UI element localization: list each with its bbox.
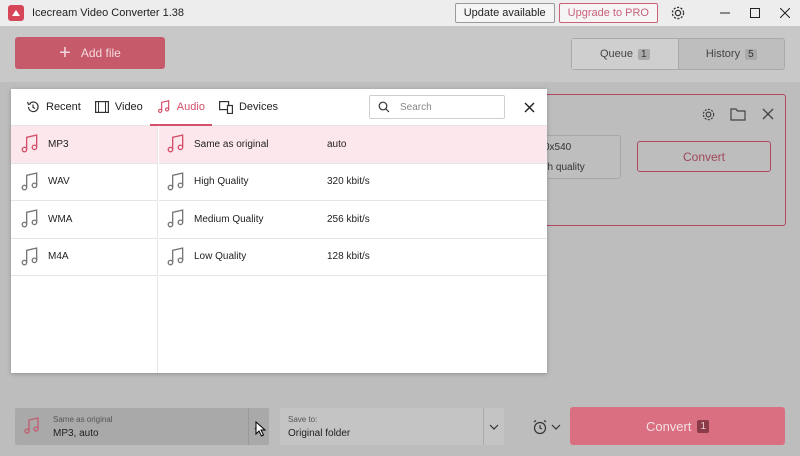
quality-name: Low Quality <box>194 251 247 263</box>
quality-bitrate: auto <box>327 138 347 150</box>
music-note-icon <box>20 172 40 192</box>
alarm-clock-icon <box>533 420 547 435</box>
format-item-mp3[interactable]: MP3 <box>11 126 157 164</box>
music-note-icon <box>166 172 186 192</box>
tab-history[interactable]: History 5 <box>679 39 785 69</box>
music-note-icon <box>166 209 186 229</box>
tab-queue-label: Queue <box>599 48 633 60</box>
title-bar: Icecream Video Converter 1.38 Update ava… <box>0 0 800 26</box>
quality-list: Same as original auto High Quality 320 k… <box>159 126 547 373</box>
upgrade-pro-button[interactable]: Upgrade to PRO <box>558 3 658 23</box>
tab-video-label: Video <box>114 101 143 113</box>
output-resolution: 0x540 <box>544 142 572 153</box>
tab-audio[interactable]: Audio <box>149 89 213 126</box>
format-preset-label: Same as original <box>53 415 113 424</box>
settings-gear-icon[interactable] <box>668 3 688 23</box>
format-value: MP3, auto <box>53 428 99 439</box>
save-to-label: Save to: <box>288 415 318 424</box>
format-label: M4A <box>48 251 69 263</box>
devices-icon <box>218 100 233 114</box>
music-note-icon <box>22 416 42 436</box>
card-convert-button[interactable]: Convert <box>637 141 771 172</box>
quality-item-same[interactable]: Same as original auto <box>159 126 547 164</box>
music-note-icon <box>20 209 40 229</box>
format-selector[interactable]: Same as original MP3, auto <box>15 408 269 445</box>
format-label: WAV <box>48 176 70 188</box>
search-box[interactable] <box>369 95 505 119</box>
mouse-cursor-icon <box>255 421 267 437</box>
quality-name: Same as original <box>194 138 269 150</box>
remove-file-icon[interactable] <box>759 105 777 123</box>
toolbar: + Add file Queue 1 History 5 <box>0 26 800 82</box>
format-item-wav[interactable]: WAV <box>11 164 157 201</box>
add-file-label: Add file <box>80 46 121 60</box>
audio-format-list: MP3 WAV WMA M4A <box>11 126 158 373</box>
minimize-icon[interactable] <box>710 0 740 26</box>
format-label: MP3 <box>48 138 69 150</box>
folder-icon[interactable] <box>729 105 747 123</box>
timer-chevron-icon <box>551 424 561 430</box>
tab-recent[interactable]: Recent <box>11 89 88 125</box>
app-logo-icon <box>8 5 24 21</box>
tab-devices-label: Devices <box>238 101 279 113</box>
tab-recent-label: Recent <box>46 101 81 113</box>
music-note-icon <box>166 134 186 154</box>
quality-item-low[interactable]: Low Quality 128 kbit/s <box>159 239 547 276</box>
quality-name: Medium Quality <box>194 213 264 225</box>
film-icon <box>94 100 109 114</box>
maximize-icon[interactable] <box>740 0 770 26</box>
schedule-timer-button[interactable] <box>532 416 562 438</box>
tab-audio-label: Audio <box>176 101 205 113</box>
bottom-bar: Same as original MP3, auto Save to: Orig… <box>0 399 800 456</box>
history-icon <box>26 100 40 114</box>
save-to-value: Original folder <box>288 428 351 439</box>
convert-label: Convert <box>645 418 692 434</box>
format-label: WMA <box>48 213 73 225</box>
format-item-m4a[interactable]: M4A <box>11 239 157 276</box>
tab-video[interactable]: Video <box>88 89 150 125</box>
save-to-selector[interactable]: Save to: Original folder <box>280 408 504 445</box>
quality-bitrate: 128 kbit/s <box>327 251 370 263</box>
quality-name: High Quality <box>194 176 249 188</box>
format-item-wma[interactable]: WMA <box>11 201 157 239</box>
output-quality: gh quality <box>542 162 585 173</box>
format-popup: Recent Video Audio Devices Search MP3 WA… <box>11 89 547 373</box>
add-file-button[interactable]: + Add file <box>15 37 165 69</box>
close-popup-icon[interactable] <box>519 97 539 117</box>
close-window-icon[interactable] <box>770 0 800 26</box>
update-available-button[interactable]: Update available <box>454 3 555 23</box>
queue-count-badge: 1 <box>637 48 650 60</box>
quality-bitrate: 320 kbit/s <box>327 176 370 188</box>
card-settings-icon[interactable] <box>699 105 717 123</box>
tab-history-label: History <box>705 48 741 60</box>
plus-icon: + <box>59 42 71 64</box>
music-note-icon <box>20 247 40 267</box>
chevron-down-icon[interactable] <box>483 408 504 445</box>
app-title: Icecream Video Converter 1.38 <box>32 7 185 19</box>
music-icon <box>157 100 171 114</box>
tab-queue[interactable]: Queue 1 <box>572 39 679 69</box>
history-count-badge: 5 <box>745 48 757 60</box>
quality-item-medium[interactable]: Medium Quality 256 kbit/s <box>159 201 547 239</box>
music-note-icon <box>20 134 40 154</box>
convert-button[interactable]: Convert 1 <box>570 407 785 445</box>
search-input[interactable] <box>400 101 500 113</box>
music-note-icon <box>166 247 186 267</box>
tab-devices[interactable]: Devices <box>212 89 285 125</box>
quality-bitrate: 256 kbit/s <box>327 213 370 225</box>
queue-history-tabs: Queue 1 History 5 <box>571 38 785 70</box>
convert-count-badge: 1 <box>697 419 710 433</box>
search-icon <box>378 100 392 114</box>
quality-item-high[interactable]: High Quality 320 kbit/s <box>159 164 547 201</box>
